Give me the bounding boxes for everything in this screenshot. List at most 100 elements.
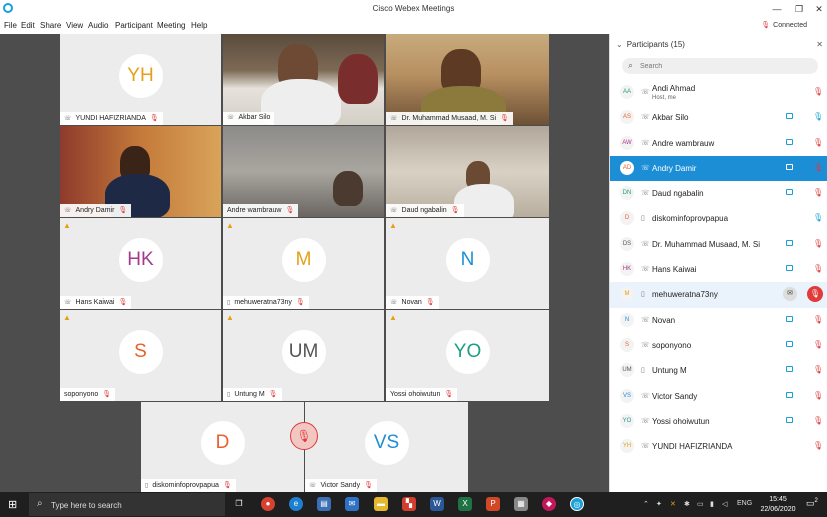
tray-chevron-icon[interactable]: ⌃: [643, 500, 649, 508]
clock[interactable]: 15:45 22/06/2020: [758, 495, 798, 515]
close-panel-button[interactable]: ✕: [816, 40, 823, 49]
mic-on-icon[interactable]: 🎙: [813, 213, 823, 222]
panel-header[interactable]: ⌄ Participants (15): [616, 40, 685, 49]
participant-name: Akbar Silo: [652, 113, 689, 123]
mic-on-icon[interactable]: 🎙: [813, 112, 823, 121]
menu-view[interactable]: View: [66, 21, 83, 30]
search-input[interactable]: [640, 59, 810, 73]
mic-muted-icon[interactable]: 🎙: [813, 340, 823, 349]
mic-muted-icon: 🎙: [149, 115, 159, 122]
list-item[interactable]: DN ☏ Daud ngabalin 🎙: [610, 181, 827, 206]
mic-muted-icon: 🎙: [118, 299, 128, 306]
mic-muted-icon[interactable]: 🎙: [813, 391, 823, 400]
mic-muted-icon[interactable]: 🎙: [813, 138, 823, 147]
avatar: YH: [620, 439, 634, 454]
chrome-icon[interactable]: ●: [261, 497, 275, 511]
mic-muted-icon[interactable]: 🎙: [813, 315, 823, 324]
list-item[interactable]: DS ☏ Dr. Muhammad Musaad, M. Si 🎙: [610, 232, 827, 257]
menu-meeting[interactable]: Meeting: [157, 21, 185, 30]
participant-search[interactable]: ⌕: [622, 58, 818, 74]
video-tile[interactable]: ▲ YO Yossi ohoiwutun 🎙: [386, 310, 549, 401]
list-item-selected[interactable]: AD ☏ Andry Damir 🎙: [610, 155, 827, 182]
video-tile[interactable]: D ▯ diskominfoprovpapua 🎙: [141, 402, 304, 492]
tray-app-icon[interactable]: ✦: [656, 500, 662, 508]
windows-start-icon[interactable]: ⊞: [8, 498, 17, 511]
mic-muted-icon[interactable]: 🎙: [813, 416, 823, 425]
video-tile[interactable]: ☏ Daud ngabalin 🎙: [386, 126, 549, 217]
mic-muted-icon[interactable]: 🎙: [813, 87, 823, 96]
list-item[interactable]: YH ☏ YUNDI HAFIZRIANDA 🎙: [610, 434, 827, 459]
edge-icon[interactable]: e: [289, 497, 303, 511]
list-item-hovered[interactable]: M ▯ mehuweratna73ny ✉ 🎙: [610, 282, 827, 308]
mute-toggle-button[interactable]: 🎙: [807, 286, 823, 303]
webex-taskbar-icon[interactable]: ◎: [570, 497, 584, 511]
notifications-icon[interactable]: ▭2: [806, 498, 818, 509]
participant-name: Untung M: [652, 366, 687, 376]
mic-muted-icon: 🎙: [425, 299, 435, 306]
list-item[interactable]: D ▯ diskominfoprovpapua 🎙: [610, 206, 827, 231]
video-tile[interactable]: ▲ HK ☏ Hans Kaiwai 🎙: [60, 218, 221, 309]
mic-muted-icon[interactable]: 🎙: [813, 163, 823, 172]
minimize-button[interactable]: —: [768, 2, 786, 16]
participant-name: Yossi ohoiwutun: [390, 391, 441, 398]
camera-icon: [786, 189, 793, 196]
menu-help[interactable]: Help: [191, 21, 207, 30]
menu-share[interactable]: Share: [40, 21, 61, 30]
list-item[interactable]: AW ☏ Andre wambrauw 🎙: [610, 131, 827, 156]
menu-file[interactable]: File: [4, 21, 17, 30]
language-indicator[interactable]: ENG: [737, 500, 752, 507]
battery-icon[interactable]: ▮: [710, 500, 714, 508]
mail-icon[interactable]: ✉: [345, 497, 359, 511]
list-item[interactable]: AA ☏ Andi Ahmad Host, me 🎙: [610, 80, 827, 105]
video-tile[interactable]: VS ☏ Victor Sandy 🎙: [305, 402, 468, 492]
list-item[interactable]: VS ☏ Victor Sandy 🎙: [610, 384, 827, 409]
powerpoint-icon[interactable]: P: [486, 497, 500, 511]
avatar: YH: [118, 53, 163, 98]
video-tile[interactable]: ▲ M ▯ mehuweratna73ny 🎙: [223, 218, 384, 309]
video-tile[interactable]: ☏ Dr. Muhammad Musaad, M. Si 🎙: [386, 34, 549, 125]
mic-muted-icon[interactable]: 🎙: [813, 264, 823, 273]
network-icon[interactable]: ▭: [697, 500, 704, 508]
video-tile[interactable]: Andre wambrauw 🎙: [223, 126, 384, 217]
participant-name: Hans Kaiwai: [75, 299, 115, 306]
app-icon[interactable]: ◆: [542, 497, 556, 511]
menu-edit[interactable]: Edit: [21, 21, 35, 30]
mic-muted-icon[interactable]: 🎙: [813, 188, 823, 197]
list-item[interactable]: S ☏ soponyono 🎙: [610, 333, 827, 358]
file-explorer-icon[interactable]: ▬: [374, 497, 388, 511]
close-button[interactable]: ✕: [810, 2, 827, 16]
word-icon[interactable]: W: [430, 497, 444, 511]
video-tile[interactable]: ▲ UM ▯ Untung M 🎙: [223, 310, 384, 401]
menu-participant[interactable]: Participant: [115, 21, 153, 30]
video-tile[interactable]: YH ☏ YUNDI HAFIZRIANDA 🎙: [60, 34, 221, 125]
chat-icon[interactable]: ✉: [783, 287, 797, 302]
volume-icon[interactable]: ◁: [722, 500, 727, 508]
mic-muted-icon[interactable]: 🎙: [813, 239, 823, 248]
tray-app-icon[interactable]: ✕: [670, 500, 676, 508]
video-tile[interactable]: ☏ Andry Damir 🎙: [60, 126, 221, 217]
list-item[interactable]: YO ☏ Yossi ohoiwutun 🎙: [610, 409, 827, 434]
unmute-button[interactable]: 🎙: [290, 422, 318, 450]
camera-icon: [786, 366, 793, 373]
taskbar-search[interactable]: ⌕ Type here to search: [29, 493, 225, 516]
list-item[interactable]: UM ▯ Untung M 🎙: [610, 358, 827, 383]
restore-button[interactable]: ❐: [790, 2, 808, 16]
store-icon[interactable]: ▤: [317, 497, 331, 511]
menu-audio[interactable]: Audio: [88, 21, 108, 30]
list-item[interactable]: HK ☏ Hans Kaiwai 🎙: [610, 257, 827, 282]
task-view-icon[interactable]: ❐: [232, 497, 246, 511]
video-tile-active-speaker[interactable]: ☏ Akbar Silo: [223, 34, 384, 125]
phone-icon: ☏: [641, 139, 650, 147]
list-item[interactable]: AS ☏ Akbar Silo 🎙: [610, 105, 827, 130]
app-icon[interactable]: ▦: [514, 497, 528, 511]
excel-icon[interactable]: X: [458, 497, 472, 511]
list-item[interactable]: N ☏ Novan 🎙: [610, 308, 827, 333]
clock-date: 22/06/2020: [760, 506, 796, 513]
phone-icon: ☏: [64, 208, 72, 214]
tray-app-icon[interactable]: ✱: [684, 500, 690, 508]
mic-muted-icon[interactable]: 🎙: [813, 365, 823, 374]
video-tile[interactable]: ▲ S soponyono 🎙: [60, 310, 221, 401]
video-tile[interactable]: ▲ N ☏ Novan 🎙: [386, 218, 549, 309]
pdf-reader-icon[interactable]: ▚: [402, 497, 416, 511]
mic-muted-icon[interactable]: 🎙: [813, 441, 823, 450]
